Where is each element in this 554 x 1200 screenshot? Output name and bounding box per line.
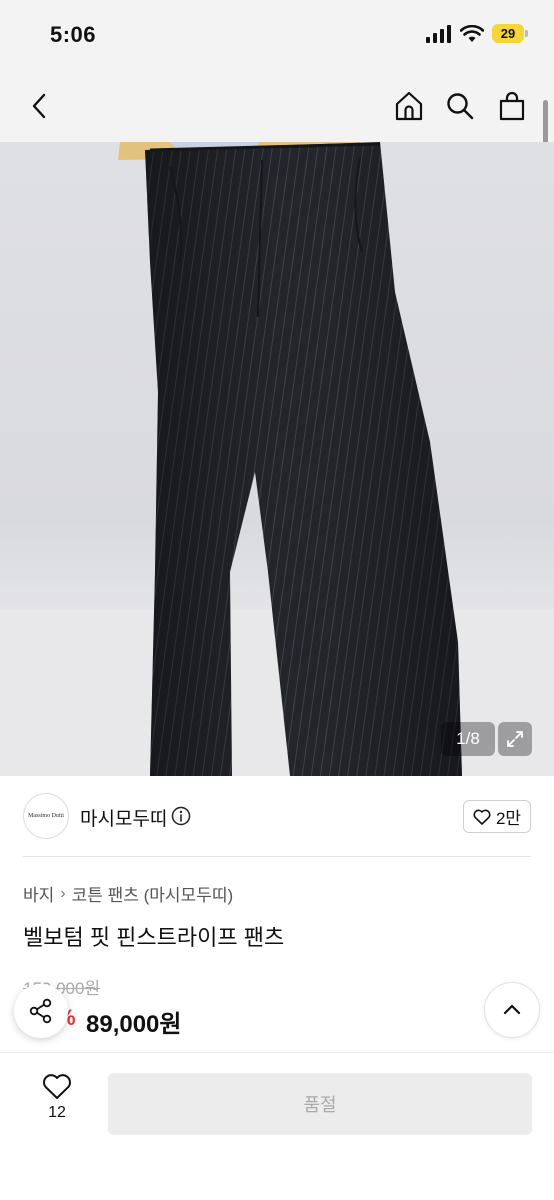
brand-like-count: 2만 — [495, 809, 522, 828]
top-nav-bar — [0, 70, 554, 142]
share-button[interactable] — [14, 984, 68, 1038]
battery-level: 29 — [492, 24, 524, 43]
expand-button[interactable] — [498, 722, 532, 756]
divider — [23, 856, 531, 857]
brand-like-button[interactable]: 2만 — [463, 800, 531, 833]
status-time: 5:06 — [50, 22, 97, 47]
heart-icon — [473, 809, 491, 825]
wifi-icon — [460, 24, 484, 42]
brand-logo[interactable]: Massimo Dutti — [23, 793, 69, 839]
brand-row: Massimo Dutti 마시모두띠 2만 — [0, 776, 554, 856]
battery-icon: 29 — [492, 24, 528, 43]
brand-name[interactable]: 마시모두띠 — [80, 804, 167, 831]
breadcrumb-subcategory[interactable]: 코튼 팬츠 (마시모두띠) — [72, 881, 234, 906]
status-icons: 29 — [426, 24, 528, 43]
photo-counter: 1/8 — [441, 722, 495, 756]
bottom-action-bar: 12 품절 — [0, 1052, 554, 1200]
chevron-right-icon: › — [60, 884, 66, 902]
breadcrumb-category[interactable]: 바지 — [23, 881, 54, 906]
heart-icon — [43, 1074, 71, 1099]
share-icon — [29, 998, 52, 1024]
search-button[interactable] — [438, 84, 482, 128]
sale-price: 89,000원 — [86, 1011, 182, 1038]
pants-photo — [0, 142, 554, 776]
status-bar: 5:06 29 — [0, 0, 554, 70]
search-icon — [447, 93, 474, 120]
expand-icon — [507, 731, 523, 747]
home-icon — [395, 91, 423, 121]
soldout-button[interactable]: 품절 — [108, 1073, 532, 1135]
home-button[interactable] — [387, 84, 431, 128]
breadcrumb: 바지 › 코튼 팬츠 (마시모두띠) — [23, 881, 233, 906]
back-button[interactable] — [18, 84, 62, 128]
shopping-bag-icon — [499, 91, 525, 121]
wish-button[interactable]: 12 — [32, 1073, 82, 1122]
cellular-signal-icon — [426, 24, 451, 43]
product-title: 벨보텀 핏 핀스트라이프 팬츠 — [23, 925, 285, 950]
brand-logo-text: Massimo Dutti — [28, 813, 64, 819]
scroll-top-button[interactable] — [484, 982, 540, 1038]
info-icon[interactable] — [171, 806, 191, 826]
product-image[interactable]: 1/8 — [0, 142, 554, 776]
cart-button[interactable] — [490, 84, 534, 128]
wish-count: 12 — [48, 1104, 66, 1121]
chevron-up-icon — [503, 1004, 521, 1015]
chevron-left-icon — [32, 93, 46, 119]
